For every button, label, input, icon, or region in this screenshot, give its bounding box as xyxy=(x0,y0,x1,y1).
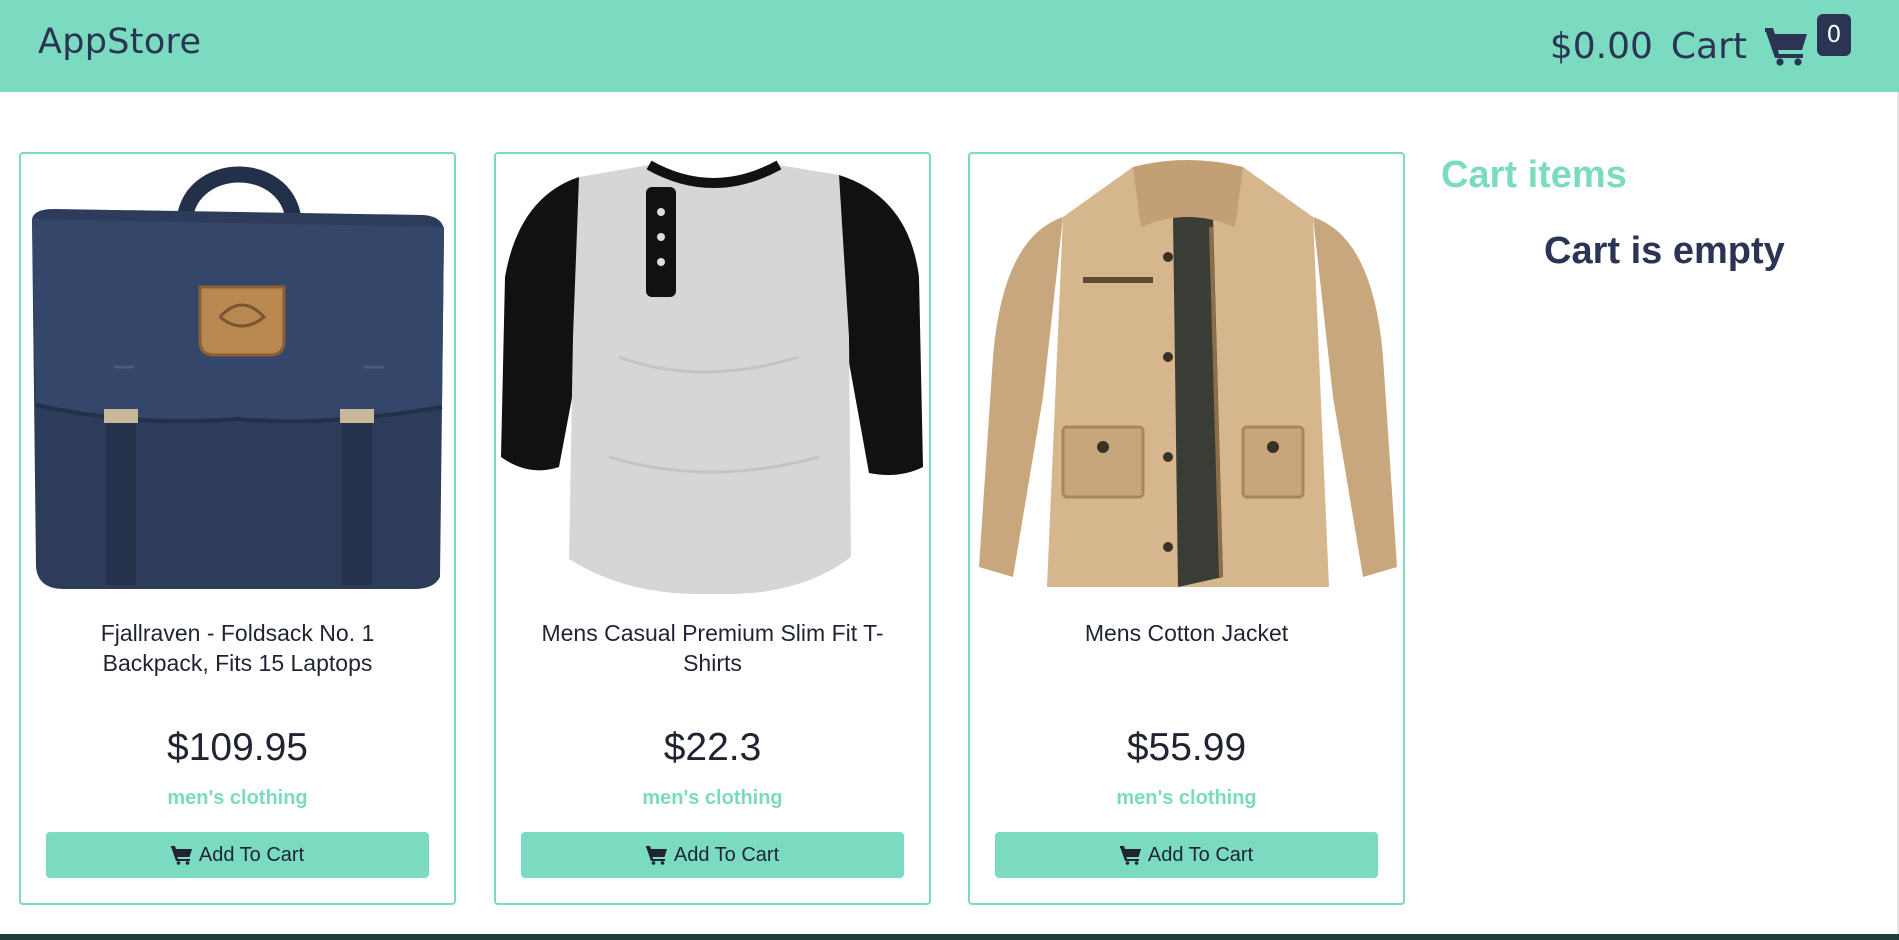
cart-total: $0.00 xyxy=(1549,25,1653,67)
product-price: $55.99 xyxy=(1126,726,1247,769)
product-card: Mens Cotton Jacket $55.99 men's clothing… xyxy=(968,152,1405,905)
jacket-image xyxy=(973,157,1402,594)
add-to-cart-button[interactable]: Add To Cart xyxy=(521,832,904,878)
shopping-cart-icon xyxy=(1765,28,1807,66)
product-card: Fjallraven - Foldsack No. 1 Backpack, Fi… xyxy=(19,152,456,905)
add-to-cart-button[interactable]: Add To Cart xyxy=(995,832,1378,878)
tshirt-image xyxy=(499,157,928,594)
shopping-cart-icon xyxy=(1119,846,1141,865)
product-image[interactable] xyxy=(24,157,453,594)
cart-count-badge: 0 xyxy=(1817,14,1851,56)
add-to-cart-label: Add To Cart xyxy=(673,843,780,866)
backpack-image xyxy=(24,157,453,594)
cart-link[interactable]: Cart xyxy=(1671,26,1747,67)
bottom-divider xyxy=(0,934,1899,940)
brand-logo[interactable]: AppStore xyxy=(38,22,201,62)
shopping-cart-icon xyxy=(645,846,667,865)
product-category: men's clothing xyxy=(167,787,308,809)
product-image[interactable] xyxy=(499,157,928,594)
nav-cart-summary: $0.00 Cart 0 xyxy=(1550,14,1851,78)
product-category: men's clothing xyxy=(1116,787,1257,809)
product-category: men's clothing xyxy=(642,787,783,809)
navbar: AppStore $0.00 Cart 0 xyxy=(0,0,1899,92)
add-to-cart-label: Add To Cart xyxy=(198,843,305,866)
product-title[interactable]: Fjallraven - Foldsack No. 1 Backpack, Fi… xyxy=(51,618,424,678)
cart-items-heading: Cart items xyxy=(1441,154,1627,196)
product-title[interactable]: Mens Cotton Jacket xyxy=(1000,618,1373,648)
cart-empty-message: Cart is empty xyxy=(1544,230,1785,272)
add-to-cart-label: Add To Cart xyxy=(1147,843,1254,866)
shopping-cart-icon xyxy=(170,846,192,865)
cart-button[interactable]: 0 xyxy=(1765,14,1851,78)
product-price: $109.95 xyxy=(167,726,308,769)
product-image[interactable] xyxy=(973,157,1402,594)
product-card: Mens Casual Premium Slim Fit T-Shirts $2… xyxy=(494,152,931,905)
product-title[interactable]: Mens Casual Premium Slim Fit T-Shirts xyxy=(526,618,899,678)
add-to-cart-button[interactable]: Add To Cart xyxy=(46,832,429,878)
product-price: $22.3 xyxy=(663,726,762,769)
